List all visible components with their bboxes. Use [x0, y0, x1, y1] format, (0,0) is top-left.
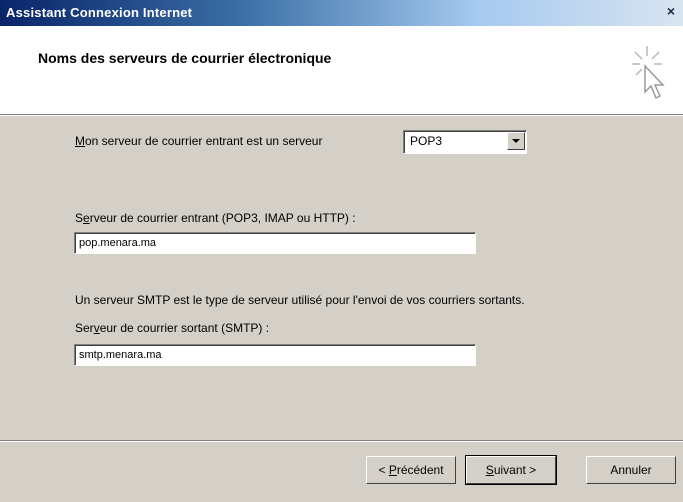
incoming-server-type-select[interactable]: POP3 [403, 130, 527, 154]
outgoing-server-value: smtp.menara.ma [79, 349, 162, 361]
cancel-button[interactable]: Annuler [586, 456, 676, 484]
window-title: Assistant Connexion Internet [6, 5, 193, 20]
footer-separator [0, 440, 683, 442]
header-separator [0, 114, 683, 116]
incoming-server-label: Serveur de courrier entrant (POP3, IMAP … [75, 211, 356, 225]
close-icon[interactable]: × [663, 3, 679, 19]
incoming-server-value: pop.menara.ma [79, 237, 157, 249]
outgoing-server-label: Serveur de courrier sortant (SMTP) : [75, 321, 270, 335]
wizard-header: Noms des serveurs de courrier électroniq… [0, 26, 683, 114]
outgoing-server-input[interactable]: smtp.menara.ma [74, 344, 476, 366]
wizard-window: Assistant Connexion Internet × Noms des … [0, 0, 683, 502]
incoming-type-label: Mon serveur de courrier entrant est un s… [75, 134, 323, 148]
chevron-down-icon[interactable] [507, 132, 525, 150]
wizard-cursor-icon [632, 46, 665, 100]
page-title: Noms des serveurs de courrier électroniq… [38, 50, 332, 66]
incoming-server-input[interactable]: pop.menara.ma [74, 232, 476, 254]
back-button[interactable]: < Précédent [366, 456, 456, 484]
next-button[interactable]: Suivant > [465, 455, 557, 485]
title-bar[interactable]: Assistant Connexion Internet × [0, 0, 683, 26]
smtp-info-text: Un serveur SMTP est le type de serveur u… [75, 293, 525, 307]
select-value: POP3 [410, 134, 443, 148]
